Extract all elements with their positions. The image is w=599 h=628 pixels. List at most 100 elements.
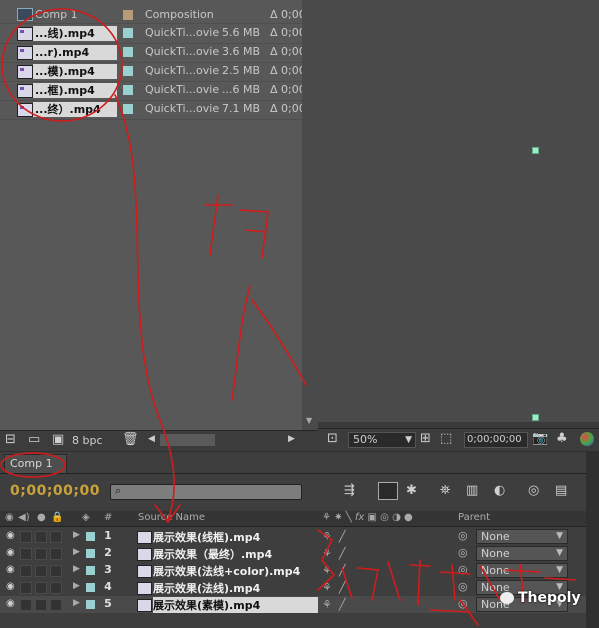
label-color-swatch[interactable] [86, 583, 95, 592]
frame-handle[interactable] [532, 147, 539, 154]
label-color-swatch[interactable] [86, 566, 95, 575]
frame-blending-icon[interactable]: ▥ [466, 483, 478, 498]
lock-toggle[interactable] [50, 582, 62, 594]
audio-switch-icon[interactable]: ◀) [18, 512, 30, 523]
expand-triangle-icon[interactable]: ▶ [73, 530, 80, 540]
project-item[interactable]: ...模).mp4 QuickTi...ovie 2.5 MB Δ 0;00 [0, 62, 304, 82]
lock-toggle[interactable] [50, 565, 62, 577]
tab-comp-1[interactable]: Comp 1 [4, 454, 67, 473]
video-switch-icon[interactable]: ◉ [5, 512, 14, 523]
eye-icon[interactable]: ◉ [6, 548, 16, 558]
live-update-icon[interactable] [378, 482, 398, 500]
layer-row[interactable]: ◉ ▶ 1 展示效果(线框).mp4 ⚘ ╱ ◎ None ▼ [0, 528, 599, 545]
project-scrollbar[interactable]: ▼ [302, 0, 318, 430]
solo-toggle[interactable] [35, 548, 47, 560]
expand-triangle-icon[interactable]: ▶ [73, 581, 80, 591]
solo-icon[interactable]: ● [37, 512, 46, 523]
timeline-graph-area[interactable] [586, 452, 599, 628]
layer-row[interactable]: ◉ ▶ 2 展示效果（最终）.mp4 ⚘ ╱ ◎ None ▼ [0, 545, 599, 562]
layer-name[interactable]: 展示效果(法线).mp4 [153, 580, 318, 596]
solo-toggle[interactable] [35, 565, 47, 577]
bpc-toggle[interactable]: 8 bpc [72, 434, 103, 447]
layer-name[interactable]: 展示效果（最终）.mp4 [153, 546, 318, 562]
viewer-timecode[interactable]: 0;00;00;00 [464, 432, 528, 448]
composition-mini-flowchart-icon[interactable]: ⇶ [344, 483, 355, 498]
region-of-interest-icon[interactable]: ⬚ [440, 431, 452, 446]
layer-search-input[interactable]: ⌕ [110, 484, 302, 500]
label-color-swatch[interactable] [86, 532, 95, 541]
lock-toggle[interactable] [50, 599, 62, 611]
item-type: QuickTi...ovie [145, 64, 220, 77]
audio-toggle[interactable] [20, 599, 32, 611]
brainstorm-icon[interactable]: ◎ [528, 483, 539, 498]
graph-editor-icon[interactable]: ▤ [555, 483, 567, 498]
zoom-select[interactable]: 50% ▼ [348, 432, 416, 448]
layer-name[interactable]: 展示效果(素模).mp4 [153, 597, 318, 613]
project-item[interactable]: ...r).mp4 QuickTi...ovie 3.6 MB Δ 0;00 [0, 43, 304, 63]
pick-whip-icon[interactable]: ◎ [458, 597, 468, 610]
project-item[interactable]: ...框).mp4 QuickTi...ovie ...6 MB Δ 0;00 [0, 81, 304, 101]
interpret-footage-icon[interactable]: ⊟ [5, 432, 16, 447]
parent-select[interactable]: None ▼ [476, 563, 568, 578]
layer-switches[interactable]: ⚘ ╱ [322, 598, 442, 611]
label-icon[interactable]: ◈ [82, 512, 90, 523]
comp-type: Composition [145, 8, 214, 21]
solo-toggle[interactable] [35, 599, 47, 611]
solo-toggle[interactable] [35, 582, 47, 594]
pick-whip-icon[interactable]: ◎ [458, 529, 468, 542]
layer-switches[interactable]: ⚘ ╱ [322, 547, 442, 560]
shy-layers-icon[interactable]: ⛯ [440, 483, 450, 498]
horizontal-scrollbar[interactable] [160, 434, 215, 446]
project-item[interactable]: ...线).mp4 QuickTi...ovie 5.6 MB Δ 0;00 [0, 24, 304, 44]
item-size: ...6 MB [222, 83, 261, 96]
show-snapshot-icon[interactable]: ♣ [556, 431, 568, 446]
audio-toggle[interactable] [20, 548, 32, 560]
channel-icon[interactable] [580, 432, 594, 446]
audio-toggle[interactable] [20, 565, 32, 577]
eye-icon[interactable]: ◉ [6, 599, 16, 609]
grid-icon[interactable]: ⊞ [420, 431, 431, 446]
eye-icon[interactable]: ◉ [6, 565, 16, 575]
lock-toggle[interactable] [50, 531, 62, 543]
project-comp-row[interactable]: Comp 1 Composition Δ 0;00 [0, 5, 304, 24]
layer-name[interactable]: 展示效果(法线+color).mp4 [153, 563, 318, 579]
audio-toggle[interactable] [20, 582, 32, 594]
parent-select[interactable]: None ▼ [476, 529, 568, 544]
item-duration: Δ 0;00 [270, 102, 304, 115]
scroll-down-icon[interactable]: ▼ [306, 416, 312, 425]
label-color-swatch[interactable] [86, 600, 95, 609]
current-time-display[interactable]: 0;00;00;00 [10, 483, 100, 499]
layer-row[interactable]: ◉ ▶ 3 展示效果(法线+color).mp4 ⚘ ╱ ◎ None ▼ [0, 562, 599, 579]
new-composition-icon[interactable]: ▣ [52, 432, 64, 447]
solo-toggle[interactable] [35, 531, 47, 543]
project-item[interactable]: ...终）.mp4 QuickTi...ovie 7.1 MB Δ 0;00 [0, 100, 304, 120]
expand-triangle-icon[interactable]: ▶ [73, 598, 80, 608]
expand-triangle-icon[interactable]: ▶ [73, 547, 80, 557]
layer-name[interactable]: 展示效果(线框).mp4 [153, 529, 318, 545]
viewer-canvas[interactable] [318, 0, 536, 422]
scroll-left-icon[interactable]: ◀ [148, 434, 155, 444]
magnification-icon[interactable]: ⊡ [327, 431, 338, 446]
lock-toggle[interactable] [50, 548, 62, 560]
draft-3d-icon[interactable]: ✱ [406, 483, 417, 498]
trash-icon[interactable]: 🗑 [122, 432, 139, 447]
scroll-right-icon[interactable]: ▶ [288, 434, 295, 444]
layer-switches[interactable]: ⚘ ╱ [322, 581, 442, 594]
layer-switches[interactable]: ⚘ ╱ [322, 530, 442, 543]
motion-blur-icon[interactable]: ◐ [494, 483, 505, 498]
eye-icon[interactable]: ◉ [6, 582, 16, 592]
eye-icon[interactable]: ◉ [6, 531, 16, 541]
snapshot-icon[interactable]: 📷 [532, 431, 548, 446]
label-color-swatch[interactable] [86, 549, 95, 558]
pick-whip-icon[interactable]: ◎ [458, 580, 468, 593]
source-name-header[interactable]: Source Name [138, 512, 205, 523]
expand-triangle-icon[interactable]: ▶ [73, 564, 80, 574]
parent-select[interactable]: None ▼ [476, 546, 568, 561]
pick-whip-icon[interactable]: ◎ [458, 563, 468, 576]
new-folder-icon[interactable]: ▭ [28, 432, 40, 447]
lock-icon[interactable]: 🔒 [51, 512, 63, 523]
layer-switches[interactable]: ⚘ ╱ [322, 564, 442, 577]
audio-toggle[interactable] [20, 531, 32, 543]
frame-handle[interactable] [532, 414, 539, 421]
pick-whip-icon[interactable]: ◎ [458, 546, 468, 559]
